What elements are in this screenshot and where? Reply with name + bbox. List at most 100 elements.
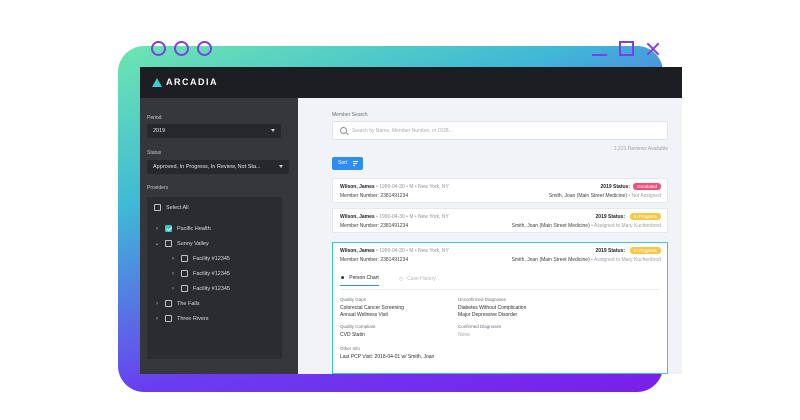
- member-name: Wilson, James: [340, 248, 375, 254]
- status-label: Status: [147, 150, 162, 156]
- window-dot-icon: [197, 41, 212, 56]
- tab-person-chart[interactable]: ☻ Person Chart: [340, 275, 379, 286]
- checkbox-icon[interactable]: [181, 285, 188, 292]
- status-select[interactable]: Approved, In Progress, In Review, Not St…: [147, 160, 289, 174]
- checkbox-icon[interactable]: [165, 315, 172, 322]
- arcadia-logo-icon: [152, 77, 162, 87]
- window-controls: [592, 40, 660, 56]
- providers-label: Providers: [147, 185, 169, 191]
- provider-label: The Falls: [177, 300, 200, 307]
- member-row[interactable]: Wilson, James • 1990-04-30 • M • New Yor…: [332, 208, 668, 233]
- tab-divider: [340, 289, 660, 290]
- member-name: Wilson, James: [340, 184, 375, 190]
- chevron-right-icon[interactable]: ›: [170, 256, 176, 262]
- window-dot-icon: [151, 41, 166, 56]
- member-meta: • 1990-04-30 • M • New York, NY: [376, 214, 449, 220]
- checkbox-icon[interactable]: [181, 270, 188, 277]
- brand-name: ARCADIA: [166, 77, 218, 87]
- providers-tree: Select All › Pacific Health ⌄ Sunny Vall…: [147, 197, 282, 359]
- brand-logo[interactable]: ARCADIA: [152, 77, 218, 87]
- provider-label: Pacific Health: [177, 225, 211, 232]
- provider-label: Facility #12345: [193, 285, 230, 292]
- unconfirmed-diagnosis-item: Major Depressive Disorder: [458, 312, 518, 318]
- detail-tabs: ☻ Person Chart ◷ Case History: [340, 275, 436, 286]
- tab-label: Case History: [407, 275, 436, 282]
- provider-select-all[interactable]: Select All: [154, 204, 189, 211]
- window-dots: [151, 41, 212, 56]
- other-info-value: Last PCP Visit: 2018-04-01 w/ Smith, Joa…: [340, 354, 435, 360]
- search-input[interactable]: Search by Name, Member Number, or DOB...: [332, 121, 668, 140]
- window-dot-icon: [174, 41, 189, 56]
- provider-label: Sunny Valley: [177, 240, 209, 247]
- row-provider: Smith, Joan (Main Street Medicine): [511, 257, 590, 263]
- close-icon[interactable]: [646, 42, 660, 56]
- tab-label: Person Chart: [349, 275, 379, 281]
- provider-item-the-falls[interactable]: › The Falls: [154, 300, 200, 307]
- tab-case-history[interactable]: ◷ Case History: [399, 275, 436, 286]
- provider-label: Facility #12345: [193, 270, 230, 277]
- checkbox-icon[interactable]: [165, 300, 172, 307]
- chevron-right-icon[interactable]: ›: [154, 316, 160, 322]
- member-number: Member Number: 2381491234: [340, 223, 409, 229]
- chevron-right-icon[interactable]: ›: [154, 301, 160, 307]
- provider-item-facility[interactable]: › Facility #12345: [170, 270, 230, 277]
- checkbox-icon[interactable]: [165, 240, 172, 247]
- provider-item-facility[interactable]: › Facility #12345: [170, 255, 230, 262]
- provider-label: Facility #12345: [193, 255, 230, 262]
- maximize-icon[interactable]: [619, 41, 634, 56]
- person-icon: ☻: [340, 275, 346, 281]
- search-placeholder: Search by Name, Member Number, or DOB...: [352, 128, 453, 134]
- main-panel: Member Search Search by Name, Member Num…: [298, 98, 682, 374]
- member-row[interactable]: Wilson, James • 1990-04-30 • M • New Yor…: [332, 178, 668, 203]
- chevron-down-icon: [279, 165, 283, 168]
- search-icon: [340, 127, 347, 134]
- provider-item-three-rivers[interactable]: › Three Rivers: [154, 315, 208, 322]
- sort-button[interactable]: Sort: [332, 157, 363, 170]
- provider-label: Select All: [166, 204, 189, 211]
- member-number: Member Number: 2381491234: [340, 257, 409, 263]
- quality-compliant-heading: Quality Compliant: [340, 324, 376, 329]
- unconfirmed-diagnoses-heading: Unconfirmed Diagnoses: [458, 297, 507, 302]
- row-provider: Smith, Joan (Main Street Medicine): [548, 193, 627, 199]
- member-meta: • 1990-04-30 • M • New York, NY: [376, 248, 449, 254]
- member-name: Wilson, James: [340, 214, 375, 220]
- checkbox-icon[interactable]: [181, 255, 188, 262]
- period-label: Period: [147, 115, 162, 121]
- status-badge: Escalated: [633, 183, 661, 190]
- provider-item-pacific-health[interactable]: › Pacific Health: [154, 225, 211, 232]
- status-label: 2019 Status:: [595, 248, 625, 254]
- member-row-expanded[interactable]: Wilson, James • 1990-04-30 • M • New Yor…: [332, 242, 668, 269]
- status-badge: In Progress: [629, 213, 661, 220]
- quality-gaps-heading: Quality Gaps: [340, 297, 367, 302]
- minimize-icon[interactable]: [592, 54, 607, 56]
- provider-label: Three Rivers: [177, 315, 209, 322]
- provider-item-sunny-valley[interactable]: ⌄ Sunny Valley: [154, 240, 209, 247]
- row-assignee: • Not Assigned: [628, 193, 661, 199]
- sort-label: Sort: [338, 160, 348, 166]
- status-badge: In Progress: [629, 247, 661, 254]
- checkbox-checked-icon[interactable]: [165, 225, 172, 232]
- sort-icon: [353, 161, 358, 166]
- other-info-heading: Other Info: [340, 346, 361, 351]
- period-select[interactable]: 2019: [147, 124, 281, 138]
- row-provider: Smith, Joan (Main Street Medicine): [511, 223, 590, 229]
- confirmed-diagnosis-value: None: [458, 332, 470, 338]
- chevron-right-icon[interactable]: ›: [170, 286, 176, 292]
- chevron-down-icon[interactable]: ⌄: [154, 240, 160, 247]
- chevron-right-icon[interactable]: ›: [170, 271, 176, 277]
- quality-gap-item: Annual Wellness Visit: [340, 312, 388, 318]
- status-label: 2019 Status:: [600, 184, 630, 190]
- checkbox-icon[interactable]: [154, 204, 161, 211]
- unconfirmed-diagnosis-item: Diabetes Without Complication: [458, 305, 527, 311]
- row-assignee: • Assigned to Mary Kuchenbrod: [591, 223, 661, 229]
- confirmed-diagnoses-heading: Confirmed Diagnoses: [458, 324, 502, 329]
- reviews-count: 1,221 Reviews Available: [613, 146, 668, 152]
- provider-item-facility[interactable]: › Facility #12345: [170, 285, 230, 292]
- chevron-down-icon: [271, 129, 275, 132]
- sidebar: Period 2019 Status Approved, In Progress…: [140, 98, 298, 374]
- member-meta: • 1990-04-30 • M • New York, NY: [376, 184, 449, 190]
- period-value: 2019: [153, 128, 166, 134]
- chevron-right-icon[interactable]: ›: [154, 226, 160, 232]
- history-icon: ◷: [398, 275, 404, 282]
- top-bar: ARCADIA: [140, 67, 682, 98]
